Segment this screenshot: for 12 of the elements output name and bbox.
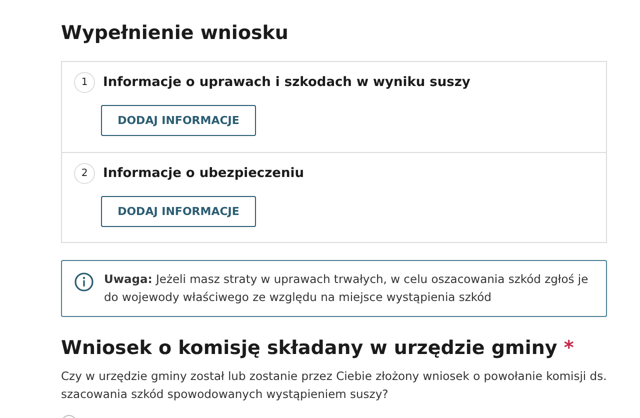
info-icon bbox=[74, 272, 94, 292]
notice-text: Uwaga: Jeżeli masz straty w uprawach trwałych, w celu oszacowania szkód zgłoś je do wojewody właściwego ze względu na miejsce wystąpienia szkód bbox=[104, 271, 590, 306]
add-info-button[interactable]: DODAJ INFORMACJE bbox=[101, 105, 256, 136]
required-mark: * bbox=[564, 337, 574, 359]
step-title: Informacje o ubezpieczeniu bbox=[103, 166, 304, 181]
step-number: 1 bbox=[74, 72, 95, 93]
step-title: Informacje o uprawach i szkodach w wyniku suszy bbox=[103, 75, 470, 90]
add-info-button[interactable]: DODAJ INFORMACJE bbox=[101, 196, 256, 227]
section-title: Wniosek o komisję składany w urzędzie gminy bbox=[61, 337, 558, 359]
page-title: Wypełnienie wniosku bbox=[61, 21, 290, 46]
question-text: Czy w urzędzie gminy został lub zostanie przez Ciebie złożony wniosek o powołanie komisji ds. szacowania szkód spowodowanych wystąpieniem suszy? bbox=[61, 368, 608, 403]
step-number: 2 bbox=[74, 163, 95, 184]
